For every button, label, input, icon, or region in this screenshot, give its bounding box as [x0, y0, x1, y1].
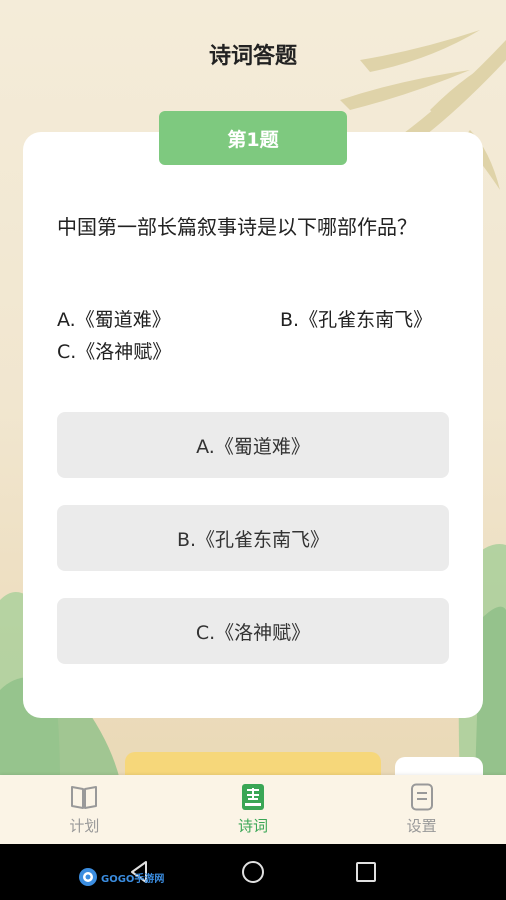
tab-plan[interactable]: 计划: [0, 775, 169, 844]
option-text-a: A.《蜀道难》: [57, 309, 171, 331]
book-icon: [71, 786, 98, 809]
tab-poems-label: 诗词: [238, 817, 269, 835]
tab-settings[interactable]: 设置: [337, 775, 506, 844]
recent-apps-icon[interactable]: [355, 861, 377, 883]
poem-answer-icon: [242, 784, 264, 810]
system-nav-bar: [0, 844, 506, 900]
answer-button-c[interactable]: C.《洛神赋》: [57, 598, 449, 664]
tab-poems[interactable]: 诗词: [169, 775, 338, 844]
question-text: 中国第一部长篇叙事诗是以下哪部作品？: [57, 215, 417, 239]
bottom-tab-bar: 计划 诗词 设置: [0, 775, 506, 844]
watermark: GOGO手游网: [78, 866, 164, 888]
question-number-badge: 第1题: [159, 111, 347, 165]
answer-button-b[interactable]: B.《孔雀东南飞》: [57, 505, 449, 571]
answer-button-a[interactable]: A.《蜀道难》: [57, 412, 449, 478]
tab-settings-label: 设置: [406, 817, 437, 835]
option-text-c: C.《洛神赋》: [57, 341, 172, 363]
watermark-text: GOGO手游网: [101, 873, 165, 885]
page-title: 诗词答题: [208, 44, 297, 69]
watermark-logo-icon: [79, 868, 97, 886]
tab-plan-label: 计划: [69, 817, 100, 835]
home-icon[interactable]: [241, 860, 265, 884]
document-icon: [410, 783, 433, 811]
option-text-b: B.《孔雀东南飞》: [280, 309, 433, 331]
